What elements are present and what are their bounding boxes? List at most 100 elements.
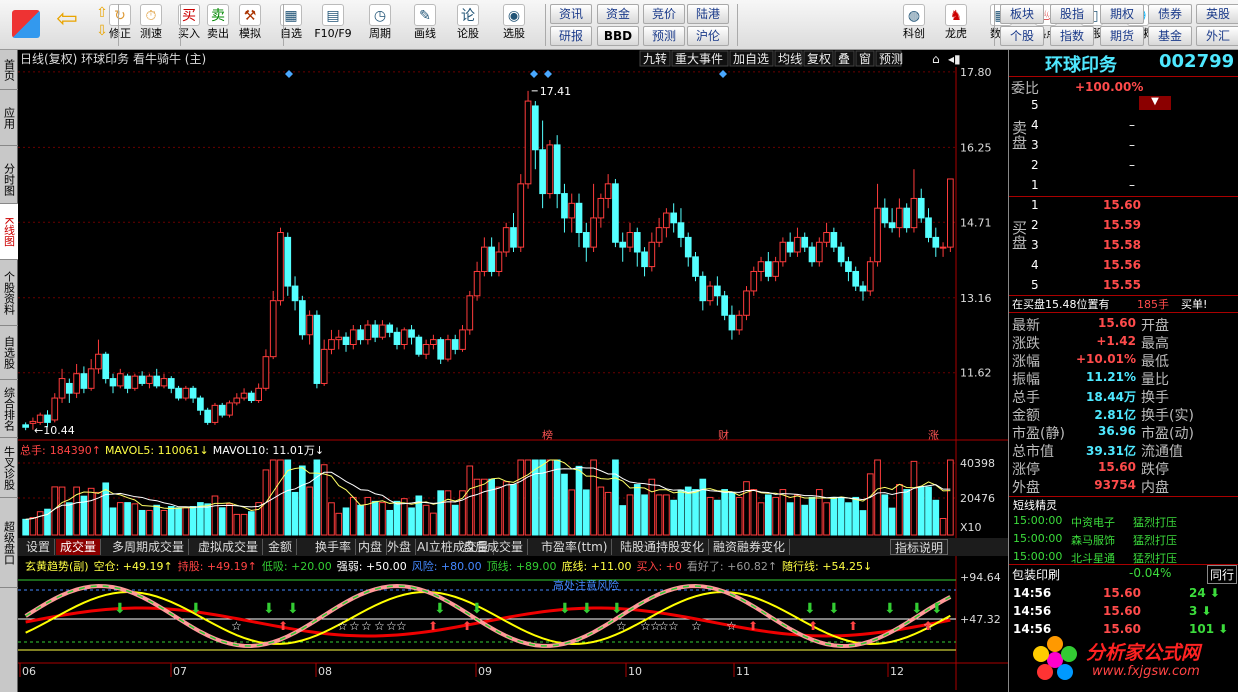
shanghai-london-button[interactable]: 沪伦 bbox=[687, 26, 729, 46]
candle-body bbox=[277, 232, 284, 302]
indicator-tab[interactable]: 换手率 bbox=[311, 539, 357, 555]
simulate-button[interactable]: ⚒ 模拟 bbox=[228, 2, 272, 48]
chart-header-button-label: 窗 bbox=[859, 52, 871, 66]
indicator-tab[interactable]: 金额 bbox=[264, 539, 298, 555]
market-tab[interactable]: 股指 bbox=[1050, 4, 1094, 24]
indicator-tab[interactable]: 成交量 bbox=[56, 539, 102, 555]
left-tab[interactable]: 牛叉诊股 bbox=[0, 438, 18, 498]
indicator-tab[interactable]: 指标说明 bbox=[890, 539, 949, 555]
volume-bar bbox=[626, 494, 634, 536]
candle-body bbox=[823, 232, 830, 243]
candle-body bbox=[371, 324, 379, 338]
candle-body bbox=[706, 285, 714, 302]
candle-body bbox=[167, 378, 175, 389]
indicator-tab[interactable]: 外盘 bbox=[383, 539, 417, 555]
bbd-button[interactable]: BBD bbox=[597, 26, 639, 46]
stock-picker-button[interactable]: ◉ 选股 bbox=[492, 2, 536, 48]
volume-bar bbox=[888, 507, 896, 536]
home-icon[interactable] bbox=[8, 2, 44, 48]
indicator-tab[interactable]: 融资融券变化 bbox=[709, 539, 791, 555]
candle-body bbox=[138, 375, 146, 384]
buy-level: 5 bbox=[1031, 278, 1039, 292]
auction-button[interactable]: 竞价 bbox=[643, 4, 685, 24]
dragon-tiger-button[interactable]: ♞ 龙虎 bbox=[934, 2, 978, 48]
left-tab[interactable]: 综合排名 bbox=[0, 380, 18, 438]
volume-bar bbox=[772, 496, 779, 536]
watchlist-button[interactable]: ▦ 自选 bbox=[269, 2, 313, 48]
left-tab[interactable]: 分时图 bbox=[0, 156, 18, 204]
left-tab[interactable]: 个股资料 bbox=[0, 260, 18, 326]
candle-body bbox=[743, 290, 750, 316]
pin-icon[interactable]: ⌂ bbox=[932, 52, 940, 66]
market-tab[interactable]: 债券 bbox=[1148, 4, 1192, 24]
volume-bar bbox=[779, 489, 787, 536]
capital-button[interactable]: 资金 bbox=[597, 4, 639, 24]
volume-bar bbox=[677, 489, 685, 536]
collapse-icon[interactable]: ▼ bbox=[1139, 96, 1171, 110]
back-icon[interactable]: ⇦ bbox=[52, 2, 82, 48]
market-tab[interactable]: 个股 bbox=[1000, 26, 1044, 46]
quote-value: 11.21% bbox=[1086, 370, 1136, 384]
volume-bar bbox=[568, 489, 576, 536]
news-button[interactable]: 资讯 bbox=[550, 4, 592, 24]
event-diamond-icon[interactable] bbox=[719, 70, 727, 78]
candle-body bbox=[517, 183, 525, 248]
toolbar-label: 自选 bbox=[280, 27, 302, 40]
volume-bar bbox=[349, 496, 357, 536]
event-diamond-icon[interactable] bbox=[285, 70, 293, 78]
volume-bar bbox=[917, 486, 925, 536]
left-tab[interactable]: 应用 bbox=[0, 90, 18, 146]
hk-connect-button[interactable]: 陆港 bbox=[687, 4, 729, 24]
f10-icon: ▤ bbox=[322, 4, 344, 26]
period-button[interactable]: ◷ 周期 bbox=[358, 2, 402, 48]
kline-chart-area[interactable]: 日线(复权) 环球印务 看牛骑牛 (主) 九转 重大事件 加自选 均线 复权叠窗预测 ⌂ ◂▮… bbox=[18, 50, 1008, 692]
peer-tab[interactable]: 同行 bbox=[1207, 565, 1238, 584]
stock-picker-icon: ◉ bbox=[503, 4, 525, 26]
indicator-tab[interactable]: 设置 bbox=[22, 539, 56, 555]
quote-label-2: 市盈(动) bbox=[1141, 426, 1194, 442]
star-market-button[interactable]: ◍ 科创 bbox=[892, 2, 936, 48]
market-tab[interactable]: 期权 bbox=[1100, 4, 1144, 24]
indicator-tab[interactable]: 陆股通持股变化 bbox=[616, 539, 710, 555]
volume-bar bbox=[670, 499, 678, 536]
menu-arrow-icon[interactable]: ◂▮ bbox=[948, 52, 961, 66]
watermark-logo: 分析家公式网 www.fxjgsw.com bbox=[1028, 632, 1234, 690]
indicator-tab[interactable]: 盘后成交量 bbox=[459, 539, 529, 555]
candle-body bbox=[306, 314, 313, 336]
candle-body bbox=[116, 373, 124, 387]
draw-line-button[interactable]: ✎ 画线 bbox=[403, 2, 447, 48]
market-tab[interactable]: 指数 bbox=[1050, 26, 1094, 46]
event-diamond-icon[interactable] bbox=[544, 70, 552, 78]
left-tab[interactable]: 自选股 bbox=[0, 326, 18, 380]
sprite-stock: 森马服饰 bbox=[1071, 534, 1115, 547]
left-tab[interactable]: 首页 bbox=[0, 50, 18, 90]
market-tab[interactable]: 板块 bbox=[1000, 4, 1044, 24]
left-tab[interactable]: K线图 bbox=[0, 204, 18, 260]
volume-bar bbox=[903, 489, 911, 536]
volume-bar bbox=[298, 465, 306, 536]
indicator-tab[interactable]: 市盈率(ttm) bbox=[537, 539, 613, 555]
x-month-label: 06 bbox=[22, 665, 36, 678]
f10-button[interactable]: ▤ F10/F9 bbox=[311, 2, 355, 48]
star-icon: ☆ bbox=[361, 619, 372, 633]
chart-canvas[interactable]: 日线(复权) 环球印务 看牛骑牛 (主) 九转 重大事件 加自选 均线 复权叠窗预测 ⌂ ◂▮… bbox=[18, 50, 1008, 692]
event-diamond-icon[interactable] bbox=[530, 70, 538, 78]
market-tab[interactable]: 基金 bbox=[1148, 26, 1192, 46]
forum-button[interactable]: 论论股 bbox=[446, 2, 490, 48]
volume-bar bbox=[495, 486, 503, 536]
quote-label: 总手 bbox=[1012, 390, 1040, 406]
forecast-button[interactable]: 预测 bbox=[643, 26, 685, 46]
market-tab[interactable]: 外汇 bbox=[1196, 26, 1238, 46]
left-tab[interactable]: 超级盘口 bbox=[0, 498, 18, 588]
candle-body bbox=[633, 232, 641, 253]
indicator-tab[interactable]: 多周期成交量 bbox=[108, 539, 190, 555]
market-tab[interactable]: 期货 bbox=[1100, 26, 1144, 46]
toolbar-separator bbox=[545, 4, 546, 46]
market-tab[interactable]: 英股 bbox=[1196, 4, 1238, 24]
candle-body bbox=[757, 261, 765, 272]
candle-body bbox=[488, 246, 495, 272]
research-button[interactable]: 研报 bbox=[550, 26, 592, 46]
volume-bar bbox=[36, 511, 44, 536]
volume-bar bbox=[437, 490, 445, 536]
indicator-tab[interactable]: 虚拟成交量 bbox=[194, 539, 264, 555]
